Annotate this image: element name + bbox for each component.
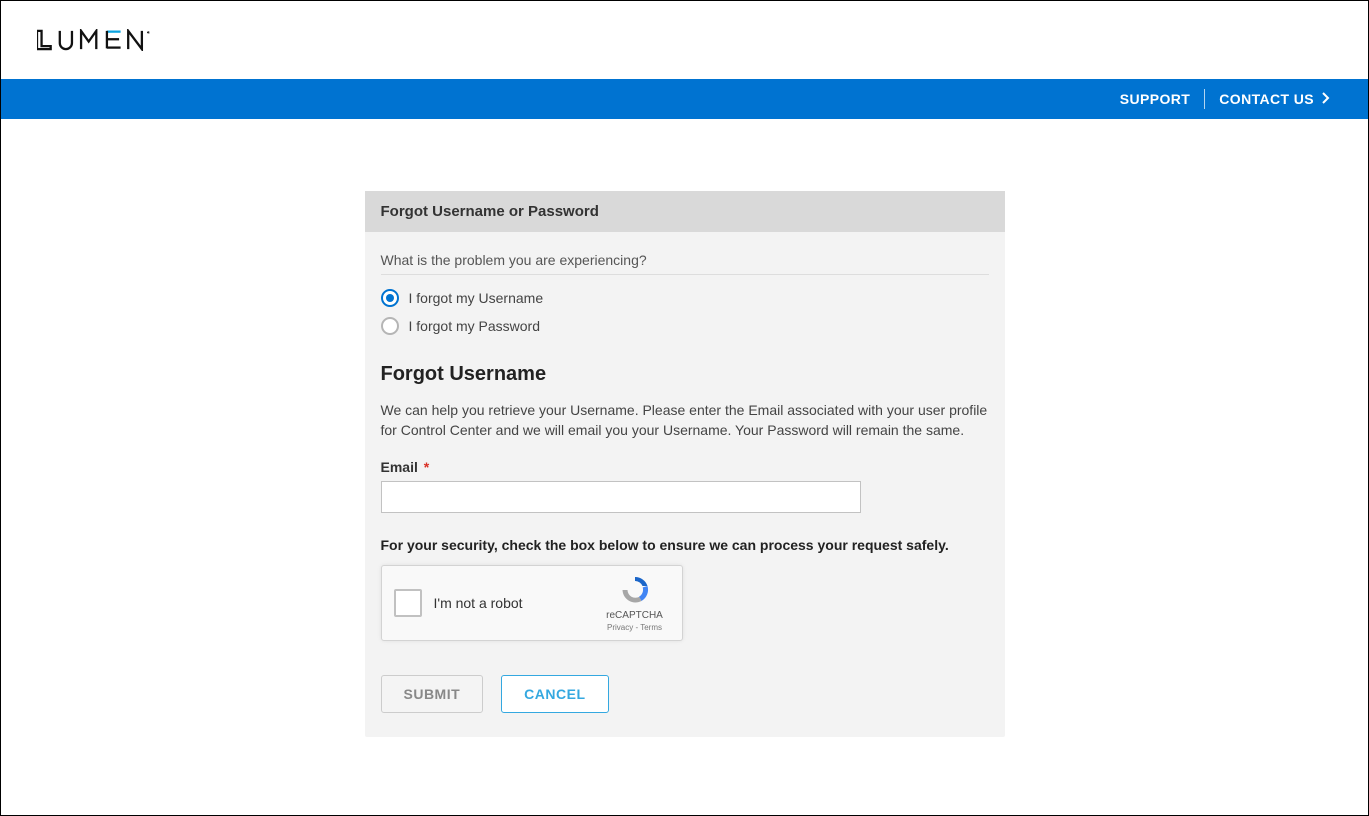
card-header: Forgot Username or Password <box>365 191 1005 232</box>
email-field[interactable] <box>381 481 861 513</box>
cancel-button[interactable]: CANCEL <box>501 675 608 713</box>
submit-button[interactable]: SUBMIT <box>381 675 484 713</box>
support-link[interactable]: SUPPORT <box>1106 91 1204 107</box>
svg-text:®: ® <box>147 31 150 35</box>
radio-label-password: I forgot my Password <box>409 318 541 334</box>
security-text: For your security, check the box below t… <box>381 537 989 553</box>
card-body: What is the problem you are experiencing… <box>365 232 1005 737</box>
email-label-text: Email <box>381 459 418 475</box>
required-marker: * <box>424 459 429 475</box>
email-label: Email * <box>381 459 989 475</box>
lumen-logo[interactable]: ® <box>37 29 189 51</box>
radio-icon-unselected <box>381 317 399 335</box>
radio-icon-selected <box>381 289 399 307</box>
header: ® <box>1 1 1368 79</box>
chevron-right-icon <box>1322 91 1330 107</box>
forgot-card: Forgot Username or Password What is the … <box>365 191 1005 737</box>
radio-label-username: I forgot my Username <box>409 290 544 306</box>
recaptcha-widget: I'm not a robot reCAPTCHA Privacy - Term… <box>381 565 683 641</box>
contact-us-label: CONTACT US <box>1219 91 1314 107</box>
recaptcha-brand: reCAPTCHA <box>606 610 663 621</box>
section-title: Forgot Username <box>381 363 989 386</box>
navbar: SUPPORT CONTACT US <box>1 79 1368 119</box>
radio-forgot-password[interactable]: I forgot my Password <box>381 317 989 335</box>
question-label: What is the problem you are experiencing… <box>381 252 989 275</box>
recaptcha-label: I'm not a robot <box>434 595 600 611</box>
recaptcha-links[interactable]: Privacy - Terms <box>607 623 662 632</box>
support-label: SUPPORT <box>1120 91 1190 107</box>
button-row: SUBMIT CANCEL <box>381 675 989 713</box>
help-text: We can help you retrieve your Username. … <box>381 400 989 441</box>
recaptcha-checkbox[interactable] <box>394 589 422 617</box>
radio-forgot-username[interactable]: I forgot my Username <box>381 289 989 307</box>
recaptcha-icon <box>619 574 651 606</box>
contact-us-link[interactable]: CONTACT US <box>1205 91 1344 107</box>
recaptcha-logo: reCAPTCHA Privacy - Terms <box>600 574 670 632</box>
main-content: Forgot Username or Password What is the … <box>1 119 1368 737</box>
